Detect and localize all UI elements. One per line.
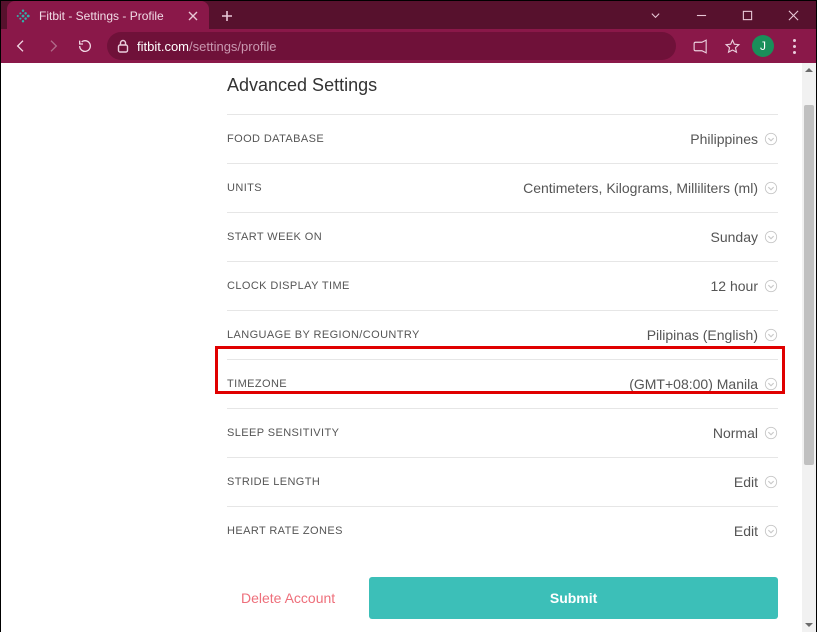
back-button[interactable] bbox=[7, 32, 35, 60]
vertical-scrollbar[interactable] bbox=[802, 63, 816, 632]
scroll-down-icon[interactable] bbox=[802, 618, 816, 632]
row-label: CLOCK DISPLAY TIME bbox=[227, 280, 350, 292]
new-tab-button[interactable] bbox=[217, 6, 237, 26]
bookmark-star-icon[interactable] bbox=[720, 34, 744, 58]
row-clock-display[interactable]: CLOCK DISPLAY TIME 12 hour bbox=[227, 261, 778, 310]
row-sleep-sensitivity[interactable]: SLEEP SENSITIVITY Normal bbox=[227, 408, 778, 457]
address-bar[interactable]: fitbit.com/settings/profile bbox=[107, 32, 676, 60]
row-value: Pilipinas (English) bbox=[647, 327, 758, 343]
row-value: Philippines bbox=[690, 131, 758, 147]
row-value: 12 hour bbox=[711, 278, 758, 294]
chevron-down-circle-icon bbox=[764, 181, 778, 195]
share-icon[interactable] bbox=[688, 34, 712, 58]
window-dropdown-icon[interactable] bbox=[632, 1, 678, 29]
row-value: Normal bbox=[713, 425, 758, 441]
row-stride-length[interactable]: STRIDE LENGTH Edit bbox=[227, 457, 778, 506]
tab-title: Fitbit - Settings - Profile bbox=[39, 9, 185, 23]
tab-close-icon[interactable] bbox=[185, 8, 201, 24]
row-label: UNITS bbox=[227, 182, 262, 194]
row-label: SLEEP SENSITIVITY bbox=[227, 427, 339, 439]
browser-toolbar: fitbit.com/settings/profile J bbox=[1, 29, 816, 63]
chevron-down-circle-icon bbox=[764, 475, 778, 489]
row-heart-rate-zones[interactable]: HEART RATE ZONES Edit bbox=[227, 506, 778, 555]
lock-icon bbox=[117, 39, 129, 53]
row-value: Centimeters, Kilograms, Milliliters (ml) bbox=[523, 180, 758, 196]
submit-button[interactable]: Submit bbox=[369, 577, 778, 619]
fitbit-favicon-icon bbox=[15, 8, 31, 24]
reload-button[interactable] bbox=[71, 32, 99, 60]
chevron-down-circle-icon bbox=[764, 328, 778, 342]
chevron-down-circle-icon bbox=[764, 279, 778, 293]
chevron-down-circle-icon bbox=[764, 132, 778, 146]
row-value: Edit bbox=[734, 523, 758, 539]
row-value: Edit bbox=[734, 474, 758, 490]
window-maximize-button[interactable] bbox=[724, 1, 770, 29]
row-value: Sunday bbox=[711, 229, 758, 245]
chevron-down-circle-icon bbox=[764, 524, 778, 538]
row-units[interactable]: UNITS Centimeters, Kilograms, Milliliter… bbox=[227, 163, 778, 212]
profile-avatar[interactable]: J bbox=[752, 35, 774, 57]
chevron-down-circle-icon bbox=[764, 230, 778, 244]
row-start-week[interactable]: START WEEK ON Sunday bbox=[227, 212, 778, 261]
row-timezone[interactable]: TIMEZONE (GMT+08:00) Manila bbox=[227, 359, 778, 408]
delete-account-link[interactable]: Delete Account bbox=[227, 580, 349, 616]
row-label: FOOD DATABASE bbox=[227, 133, 324, 145]
row-food-database[interactable]: FOOD DATABASE Philippines bbox=[227, 114, 778, 163]
page-viewport: Advanced Settings FOOD DATABASE Philippi… bbox=[1, 63, 816, 632]
window-minimize-button[interactable] bbox=[678, 1, 724, 29]
row-label: TIMEZONE bbox=[227, 378, 287, 390]
row-label: LANGUAGE BY REGION/COUNTRY bbox=[227, 329, 420, 341]
chevron-down-circle-icon bbox=[764, 377, 778, 391]
menu-kebab-icon[interactable] bbox=[782, 34, 806, 58]
row-language[interactable]: LANGUAGE BY REGION/COUNTRY Pilipinas (En… bbox=[227, 310, 778, 359]
scroll-up-icon[interactable] bbox=[802, 63, 816, 77]
scrollbar-thumb[interactable] bbox=[804, 105, 814, 465]
chevron-down-circle-icon bbox=[764, 426, 778, 440]
section-title: Advanced Settings bbox=[227, 75, 778, 96]
row-value: (GMT+08:00) Manila bbox=[629, 376, 758, 392]
forward-button[interactable] bbox=[39, 32, 67, 60]
browser-tab[interactable]: Fitbit - Settings - Profile bbox=[7, 1, 209, 31]
row-label: HEART RATE ZONES bbox=[227, 525, 343, 537]
row-label: STRIDE LENGTH bbox=[227, 476, 320, 488]
row-label: START WEEK ON bbox=[227, 231, 322, 243]
url-text: fitbit.com/settings/profile bbox=[137, 39, 666, 54]
window-close-button[interactable] bbox=[770, 1, 816, 29]
